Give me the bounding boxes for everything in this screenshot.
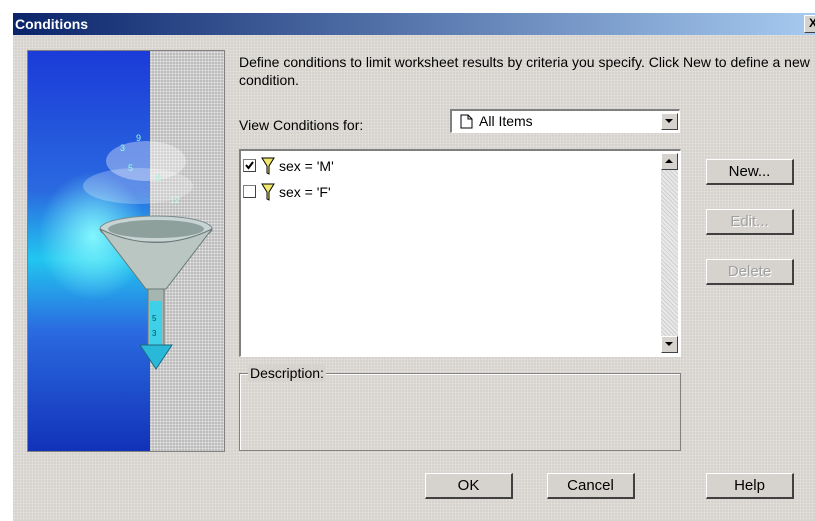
svg-text:8: 8 bbox=[156, 173, 161, 183]
window-title: Conditions bbox=[15, 16, 89, 32]
dropdown-arrow-button[interactable] bbox=[661, 113, 678, 130]
description-label: Description: bbox=[248, 365, 326, 381]
conditions-dialog: Conditions X 3 9 5 8 12 5 3 Define condi… bbox=[12, 12, 815, 521]
delete-button[interactable]: Delete bbox=[706, 259, 794, 285]
svg-text:3: 3 bbox=[152, 329, 157, 338]
scroll-up-button[interactable] bbox=[661, 153, 678, 170]
title-bar[interactable]: Conditions X bbox=[13, 13, 815, 35]
conditions-list[interactable]: sex = 'M' sex = 'F' bbox=[239, 149, 681, 357]
condition-label: sex = 'F' bbox=[279, 184, 331, 200]
svg-text:5: 5 bbox=[152, 314, 157, 323]
svg-text:5: 5 bbox=[128, 163, 133, 173]
view-conditions-label: View Conditions for: bbox=[239, 117, 364, 133]
scroll-down-button[interactable] bbox=[661, 336, 678, 353]
funnel-icon bbox=[261, 157, 275, 175]
condition-label: sex = 'M' bbox=[279, 158, 334, 174]
condition-item-sex-f[interactable]: sex = 'F' bbox=[243, 183, 643, 203]
dropdown-selected-value: All Items bbox=[479, 113, 533, 129]
checkmark-icon bbox=[245, 161, 254, 170]
cancel-button[interactable]: Cancel bbox=[547, 473, 635, 499]
funnel-illustration: 3 9 5 8 12 5 3 bbox=[27, 50, 225, 452]
condition-checkbox[interactable] bbox=[243, 159, 256, 172]
intro-text: Define conditions to limit worksheet res… bbox=[239, 54, 810, 88]
funnel-icon bbox=[261, 183, 275, 201]
edit-button[interactable]: Edit... bbox=[706, 209, 794, 235]
close-button[interactable]: X bbox=[804, 15, 815, 33]
funnel-graphic: 3 9 5 8 12 5 3 bbox=[83, 133, 213, 370]
condition-item-sex-m[interactable]: sex = 'M' bbox=[243, 157, 643, 177]
document-icon bbox=[460, 114, 473, 129]
help-button[interactable]: Help bbox=[706, 473, 794, 499]
list-scrollbar[interactable] bbox=[661, 153, 678, 353]
svg-text:12: 12 bbox=[170, 195, 180, 205]
description-group: Description: bbox=[239, 365, 681, 451]
ok-button[interactable]: OK bbox=[425, 473, 513, 499]
svg-text:3: 3 bbox=[120, 143, 125, 153]
new-button[interactable]: New... bbox=[706, 159, 794, 185]
view-conditions-dropdown[interactable]: All Items bbox=[450, 109, 680, 133]
condition-checkbox[interactable] bbox=[243, 185, 256, 198]
svg-text:9: 9 bbox=[136, 133, 141, 143]
